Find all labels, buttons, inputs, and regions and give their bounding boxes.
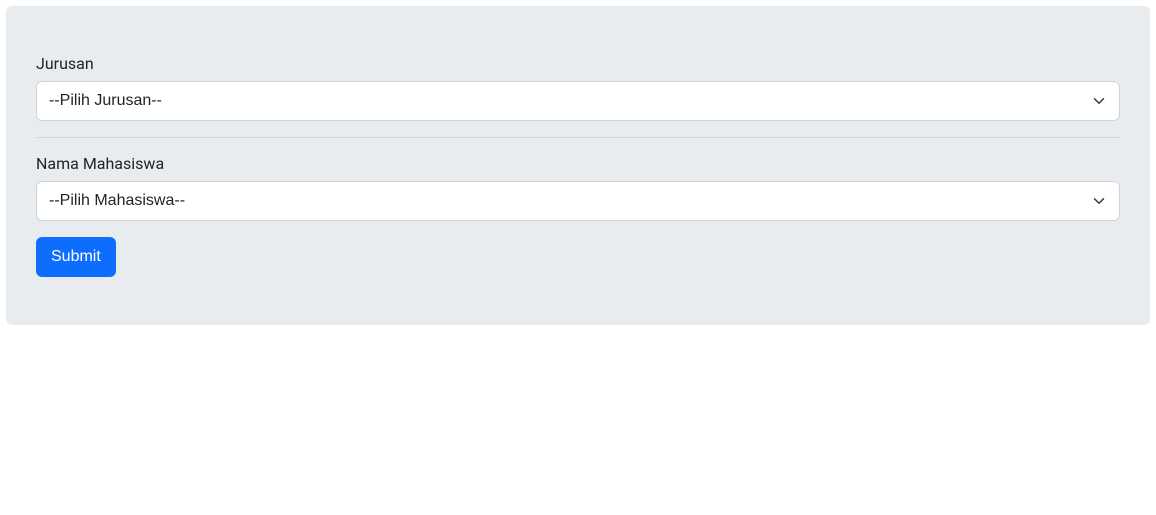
mahasiswa-select[interactable]: --Pilih Mahasiswa-- (36, 181, 1120, 221)
jurusan-select[interactable]: --Pilih Jurusan-- (36, 81, 1120, 121)
jurusan-label: Jurusan (36, 54, 1120, 73)
form-card: Jurusan --Pilih Jurusan-- Nama Mahasiswa… (6, 6, 1150, 325)
mahasiswa-label: Nama Mahasiswa (36, 154, 1120, 173)
mahasiswa-group: Nama Mahasiswa --Pilih Mahasiswa-- (36, 154, 1120, 221)
jurusan-group: Jurusan --Pilih Jurusan-- (36, 54, 1120, 121)
divider (36, 137, 1120, 138)
submit-button[interactable]: Submit (36, 237, 116, 277)
